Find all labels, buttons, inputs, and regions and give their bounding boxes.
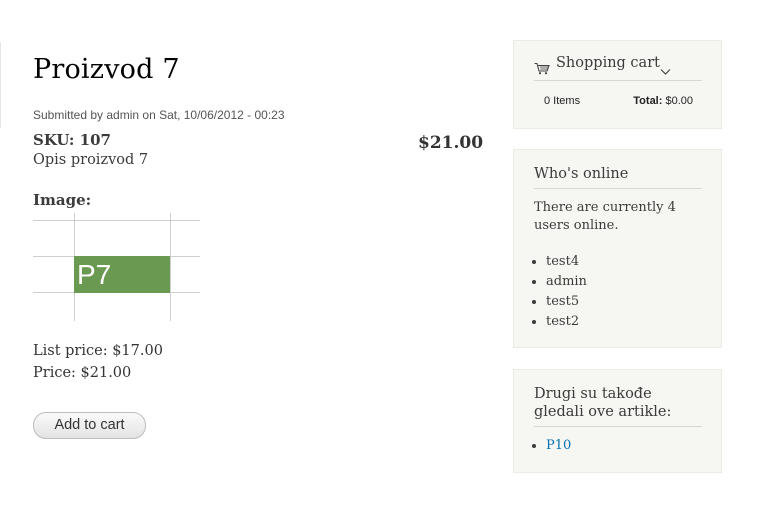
left-divider [0, 42, 1, 128]
list-item: test4 [546, 252, 587, 272]
list-item: test5 [546, 292, 587, 312]
whos-online-text: There are currently 4 users online. [534, 200, 676, 233]
submitted-info: Submitted by admin on Sat, 10/06/2012 - … [33, 108, 285, 122]
product-sku: SKU: 107 [33, 131, 111, 149]
online-users-list: test4 admin test5 test2 [534, 252, 587, 332]
list-item: admin [546, 272, 587, 292]
product-image[interactable]: P7 [33, 213, 200, 321]
list-price: List price: $17.00 [33, 343, 163, 359]
cart-total: Total: $0.00 [633, 95, 693, 107]
also-viewed-block: Drugi su takođe gledali ove artikle: P10 [513, 369, 722, 473]
shopping-cart-title: Shopping cart [556, 55, 660, 71]
product-link-p10[interactable]: P10 [546, 438, 571, 453]
shopping-cart-header[interactable]: Shopping cart [534, 55, 702, 81]
display-price: $21.00 [418, 133, 484, 153]
image-grid-line [170, 213, 171, 321]
product-description: Opis proizvod 7 [33, 152, 149, 168]
whos-online-title: Who's online [534, 165, 702, 189]
list-item: P10 [546, 436, 571, 456]
cart-total-label: Total: [633, 95, 663, 107]
cart-icon [534, 60, 550, 79]
add-to-cart-button[interactable]: Add to cart [33, 412, 146, 439]
chevron-down-icon[interactable] [660, 61, 671, 80]
also-viewed-title: Drugi su takođe gledali ove artikle: [534, 385, 702, 427]
cart-item-count: 0 Items [544, 95, 581, 107]
image-label: Image: [33, 191, 92, 209]
image-tile-label: P7 [74, 256, 170, 293]
whos-online-block: Who's online There are currently 4 users… [513, 149, 722, 348]
list-item: test2 [546, 312, 587, 332]
cart-total-value: $0.00 [665, 95, 693, 107]
sell-price: Price: $21.00 [33, 365, 132, 381]
shopping-cart-block: Shopping cart 0 Items Total: $0.00 [513, 40, 722, 129]
image-grid-line [33, 220, 200, 221]
page-title: Proizvod 7 [33, 54, 180, 85]
also-viewed-list: P10 [534, 436, 571, 456]
